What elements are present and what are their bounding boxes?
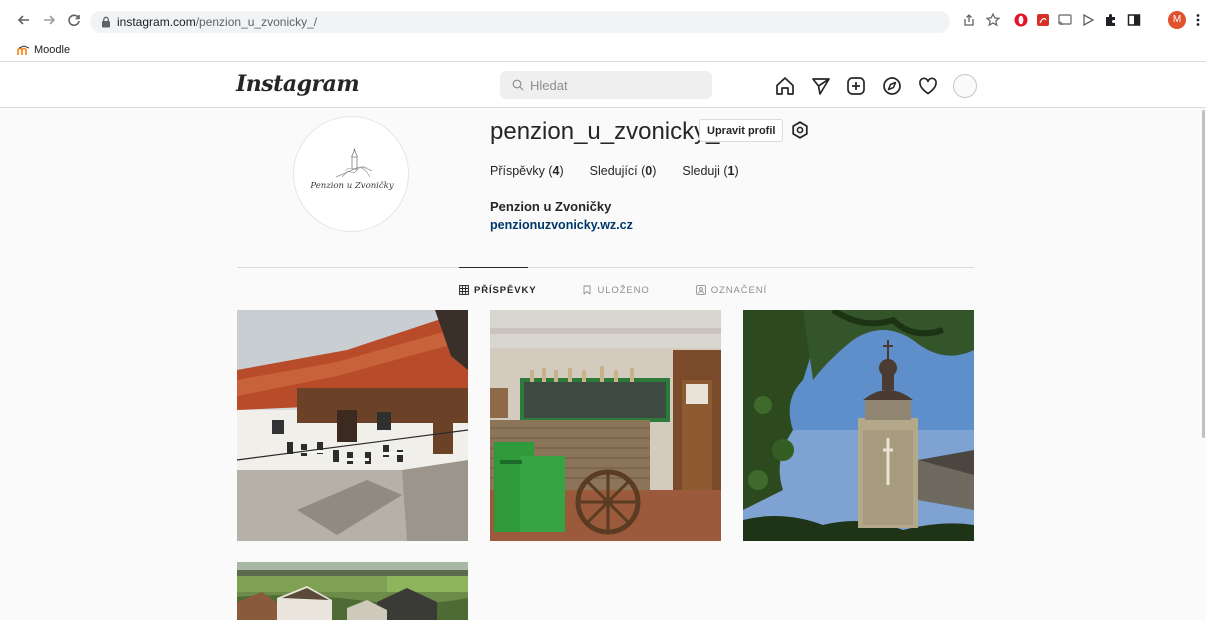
profile-picture[interactable]: Penzion u Zvoničky [293, 116, 409, 232]
bookmark-moodle[interactable]: Moodle [17, 42, 70, 58]
url-path: /penzion_u_zvonicky_/ [195, 15, 318, 29]
posts-value: 4 [552, 164, 560, 178]
browser-profile-avatar[interactable]: M [1168, 11, 1186, 29]
profile-stats: Příspěvky (4) Sledující (0) Sleduji (1) [490, 164, 765, 178]
cast-extension-icon[interactable] [1057, 12, 1073, 28]
moodle-icon [17, 44, 29, 55]
tabs-divider [237, 267, 974, 268]
posts-count: Příspěvky (4) [490, 164, 564, 178]
reload-icon[interactable] [66, 12, 82, 28]
extensions-puzzle-icon[interactable] [1103, 12, 1119, 28]
tab-tagged-label: OZNAČENÍ [710, 284, 768, 296]
grid-icon [459, 285, 469, 295]
profile-website-link[interactable]: penzionuzvonicky.wz.cz [490, 218, 633, 232]
side-panel-icon[interactable] [1126, 12, 1142, 28]
browser-toolbar: instagram.com/penzion_u_zvonicky_/ M [0, 0, 1206, 40]
bookmark-icon [584, 285, 591, 295]
bookmarks-bar: Moodle [0, 40, 1206, 60]
page-scrollbar[interactable] [1202, 110, 1205, 438]
followers-value: 0 [645, 164, 653, 178]
new-post-icon[interactable] [845, 75, 867, 97]
menu-dots-icon[interactable] [1190, 12, 1206, 28]
home-icon[interactable] [774, 75, 796, 97]
edit-profile-button[interactable]: Upravit profil [699, 119, 784, 142]
active-tab-indicator [459, 267, 528, 268]
followers-count[interactable]: Sledující (0) [590, 164, 657, 178]
following-value: 1 [727, 164, 735, 178]
profile-avatar-icon[interactable] [953, 74, 977, 98]
url-domain: instagram.com [117, 15, 196, 29]
post-aerial-village-photo[interactable] [237, 562, 468, 620]
back-arrow-icon[interactable] [16, 12, 32, 28]
posts-label: Příspěvky [490, 164, 545, 178]
url-text: instagram.com/penzion_u_zvonicky_/ [117, 15, 317, 29]
following-count[interactable]: Sleduji (1) [682, 164, 738, 178]
profile-full-name: Penzion u Zvoničky [490, 199, 612, 214]
tab-tagged[interactable]: OZNAČENÍ [695, 283, 768, 297]
tab-saved[interactable]: ULOŽENO [582, 283, 649, 297]
forward-arrow-icon[interactable] [41, 12, 57, 28]
instagram-header: Instagram [0, 62, 1206, 108]
explore-icon[interactable] [881, 75, 903, 97]
profile-username: penzion_u_zvonicky_ [490, 118, 720, 145]
tab-saved-label: ULOŽENO [597, 284, 650, 296]
bell-tower-logo-icon [335, 148, 373, 178]
post-bar-interior-photo[interactable] [490, 310, 721, 541]
followers-label: Sledující [589, 164, 638, 178]
tab-posts[interactable]: PŘÍSPĚVKY [459, 283, 536, 297]
star-icon[interactable] [985, 12, 1001, 28]
share-icon[interactable] [961, 12, 977, 28]
bookmark-label: Moodle [34, 44, 71, 56]
post-bell-tower-photo[interactable] [743, 310, 974, 541]
profile-picture-text: Penzion u Zvoničky [310, 181, 394, 191]
opera-extension-icon[interactable] [1013, 12, 1029, 28]
lock-icon [102, 16, 110, 28]
tagged-icon [695, 285, 706, 295]
play-extension-icon[interactable] [1080, 12, 1096, 28]
search-input[interactable] [530, 75, 700, 95]
post-courtyard-photo[interactable] [237, 310, 468, 541]
search-icon [512, 79, 524, 91]
following-label: Sleduji [682, 164, 720, 178]
profile-tabs: PŘÍSPĚVKY ULOŽENO OZNAČENÍ [459, 283, 813, 297]
pdf-extension-icon[interactable] [1035, 12, 1051, 28]
instagram-logo[interactable]: Instagram [236, 71, 360, 97]
direct-icon[interactable] [810, 75, 832, 97]
settings-gear-icon[interactable] [790, 120, 810, 140]
search-box[interactable] [500, 71, 712, 99]
activity-heart-icon[interactable] [917, 75, 939, 97]
tab-posts-label: PŘÍSPĚVKY [474, 284, 537, 296]
address-bar[interactable]: instagram.com/penzion_u_zvonicky_/ [90, 11, 950, 33]
